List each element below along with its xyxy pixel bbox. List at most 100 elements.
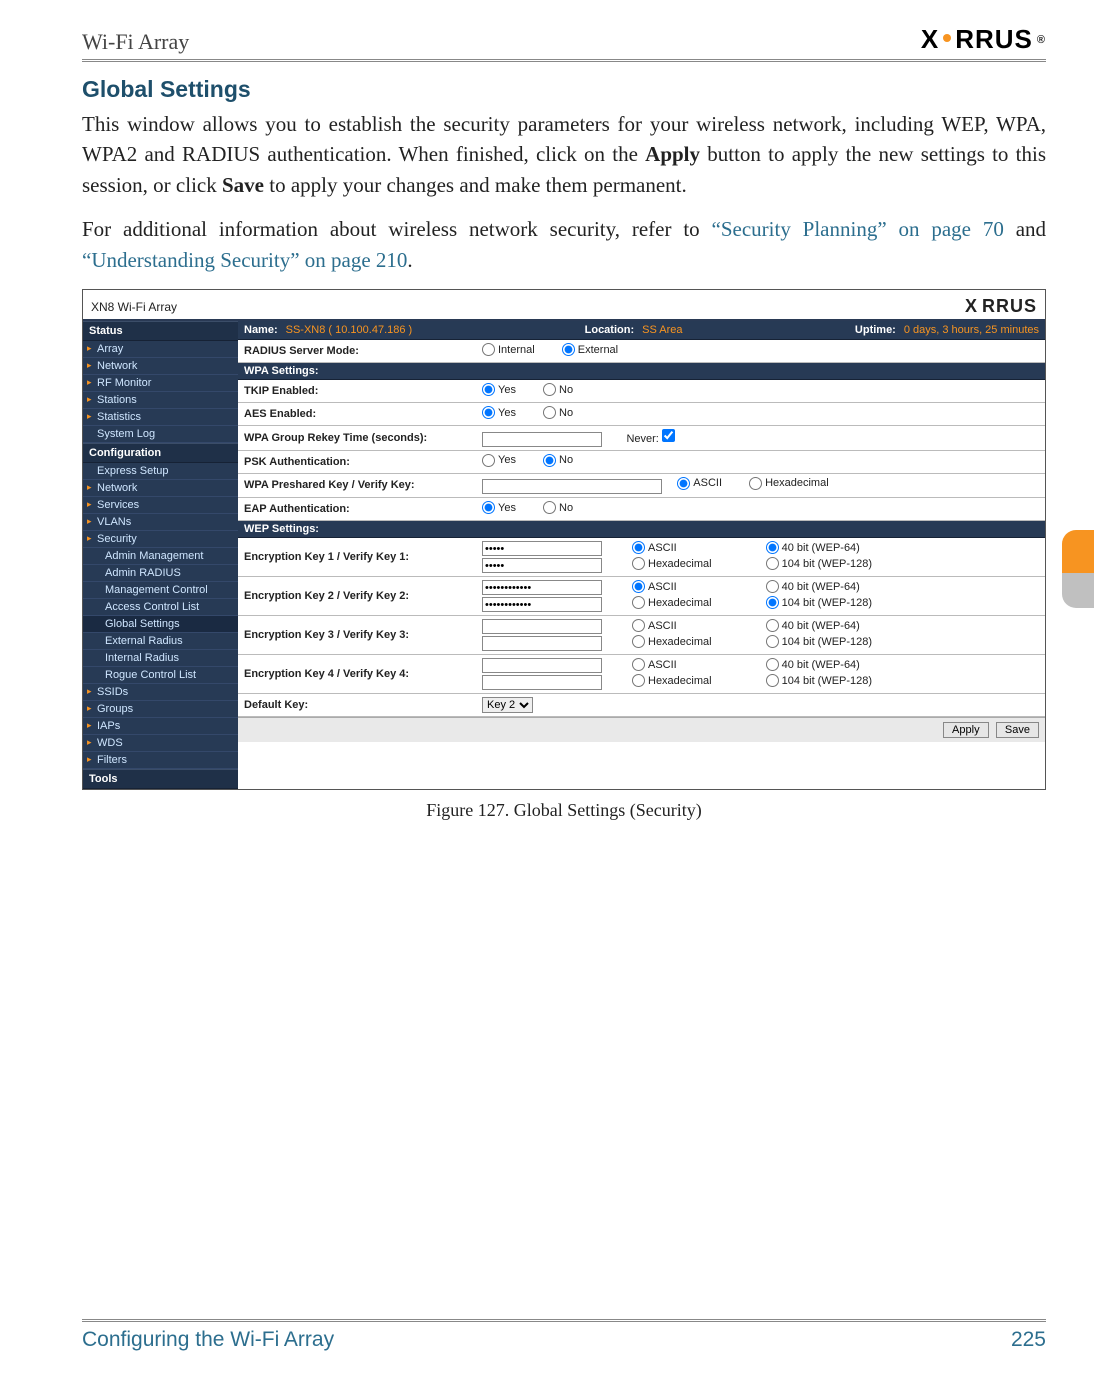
sidebar-item-security[interactable]: Security [83,531,238,548]
sidebar-item[interactable]: Services [83,497,238,514]
radio-hex[interactable]: Hexadecimal [632,674,712,687]
paragraph-2: For additional information about wireles… [82,214,1046,275]
key1-verify-input[interactable] [482,558,602,573]
key2-input[interactable] [482,580,602,595]
radio-104bit[interactable]: 104 bit (WEP-128) [766,674,872,687]
nav-sidebar: Status Array Network RF Monitor Stations… [83,321,238,789]
sidebar-item[interactable]: IAPs [83,718,238,735]
radio-yes[interactable]: Yes [482,454,516,467]
radio-yes[interactable]: Yes [482,501,516,514]
logo-xirrus: XRRUS® [921,24,1046,55]
page-header-title: Wi-Fi Array [82,29,189,55]
radio-104bit[interactable]: 104 bit (WEP-128) [766,596,872,609]
sidebar-subitem-selected[interactable]: Global Settings [83,616,238,633]
radio-hex[interactable]: Hexadecimal [632,557,712,570]
sidebar-item[interactable]: Statistics [83,409,238,426]
radio-ascii[interactable]: ASCII [632,580,712,593]
sidebar-item[interactable]: System Log [83,426,238,443]
sidebar-item[interactable]: Array [83,341,238,358]
key4-verify-input[interactable] [482,675,602,690]
link-security-planning[interactable]: “Security Planning” on page 70 [712,217,1004,241]
key2-verify-input[interactable] [482,597,602,612]
sidebar-item[interactable]: SSIDs [83,684,238,701]
save-button[interactable]: Save [996,722,1039,738]
row-label: Encryption Key 1 / Verify Key 1: [238,538,476,577]
figure-screenshot: XN8 Wi-Fi Array XRRUS Status Array Netwo… [82,289,1046,790]
link-understanding-security[interactable]: “Understanding Security” on page 210 [82,248,407,272]
section-heading: Global Settings [82,76,1046,103]
sidebar-subitem[interactable]: Rogue Control List [83,667,238,684]
row-label: Default Key: [238,694,476,717]
sidebar-item[interactable]: Groups [83,701,238,718]
shot-title: XN8 Wi-Fi Array [91,300,177,314]
sidebar-item[interactable]: Network [83,480,238,497]
sidebar-subitem[interactable]: Management Control [83,582,238,599]
sidebar-subitem[interactable]: Admin Management [83,548,238,565]
radio-ascii[interactable]: ASCII [632,619,712,632]
sidebar-subitem[interactable]: Admin RADIUS [83,565,238,582]
apply-button[interactable]: Apply [943,722,989,738]
radio-40bit[interactable]: 40 bit (WEP-64) [766,580,872,593]
sidebar-item[interactable]: RF Monitor [83,375,238,392]
key3-input[interactable] [482,619,602,634]
radio-no[interactable]: No [543,501,573,514]
radio-internal[interactable]: Internal [482,343,535,356]
radio-yes[interactable]: Yes [482,406,516,419]
never-checkbox[interactable]: Never: [626,433,677,445]
group-header-wpa: WPA Settings: [238,363,1045,380]
psk-input[interactable] [482,479,662,494]
group-header-wep: WEP Settings: [238,521,1045,538]
sidebar-item[interactable]: WDS [83,735,238,752]
sidebar-item[interactable]: Filters [83,752,238,769]
row-label: WPA Group Rekey Time (seconds): [238,426,476,451]
radio-yes[interactable]: Yes [482,383,516,396]
sidebar-subitem[interactable]: Internal Radius [83,650,238,667]
radio-104bit[interactable]: 104 bit (WEP-128) [766,557,872,570]
key4-input[interactable] [482,658,602,673]
radio-no[interactable]: No [543,406,573,419]
footer-page-number: 225 [1011,1328,1046,1352]
radio-ascii[interactable]: ASCII [677,477,722,490]
status-bar: Name:SS-XN8 ( 10.100.47.186 ) Location:S… [238,321,1045,340]
footer-title: Configuring the Wi-Fi Array [82,1328,334,1352]
nav-section-status: Status [83,321,238,341]
sidebar-subitem[interactable]: External Radius [83,633,238,650]
logo-dot-icon [943,34,951,42]
row-label: Encryption Key 2 / Verify Key 2: [238,577,476,616]
sidebar-item[interactable]: Stations [83,392,238,409]
row-label: AES Enabled: [238,403,476,426]
rekey-input[interactable] [482,432,602,447]
row-label: Encryption Key 3 / Verify Key 3: [238,616,476,655]
radio-hex[interactable]: Hexadecimal [632,635,712,648]
radio-hex[interactable]: Hexadecimal [632,596,712,609]
page-edge-tab-icon [1062,530,1094,608]
radio-104bit[interactable]: 104 bit (WEP-128) [766,635,872,648]
radio-no[interactable]: No [543,454,573,467]
row-label: PSK Authentication: [238,450,476,473]
default-key-select[interactable]: Key 2 [482,697,533,713]
radio-ascii[interactable]: ASCII [632,658,712,671]
radio-external[interactable]: External [562,343,618,356]
figure-caption: Figure 127. Global Settings (Security) [82,800,1046,821]
sidebar-item[interactable]: Network [83,358,238,375]
row-label: EAP Authentication: [238,498,476,521]
radio-40bit[interactable]: 40 bit (WEP-64) [766,619,872,632]
sidebar-item[interactable]: Express Setup [83,463,238,480]
radio-hex[interactable]: Hexadecimal [749,477,829,490]
paragraph-1: This window allows you to establish the … [82,109,1046,200]
key1-input[interactable] [482,541,602,556]
sidebar-item[interactable]: VLANs [83,514,238,531]
sidebar-subitem[interactable]: Access Control List [83,599,238,616]
key3-verify-input[interactable] [482,636,602,651]
radio-no[interactable]: No [543,383,573,396]
radio-40bit[interactable]: 40 bit (WEP-64) [766,541,872,554]
row-label: TKIP Enabled: [238,380,476,403]
nav-section-tools: Tools [83,769,238,789]
row-label: WPA Preshared Key / Verify Key: [238,473,476,498]
nav-section-config: Configuration [83,443,238,463]
row-label: RADIUS Server Mode: [238,340,476,363]
radio-40bit[interactable]: 40 bit (WEP-64) [766,658,872,671]
row-label: Encryption Key 4 / Verify Key 4: [238,655,476,694]
radio-ascii[interactable]: ASCII [632,541,712,554]
shot-logo: XRRUS [965,296,1037,317]
